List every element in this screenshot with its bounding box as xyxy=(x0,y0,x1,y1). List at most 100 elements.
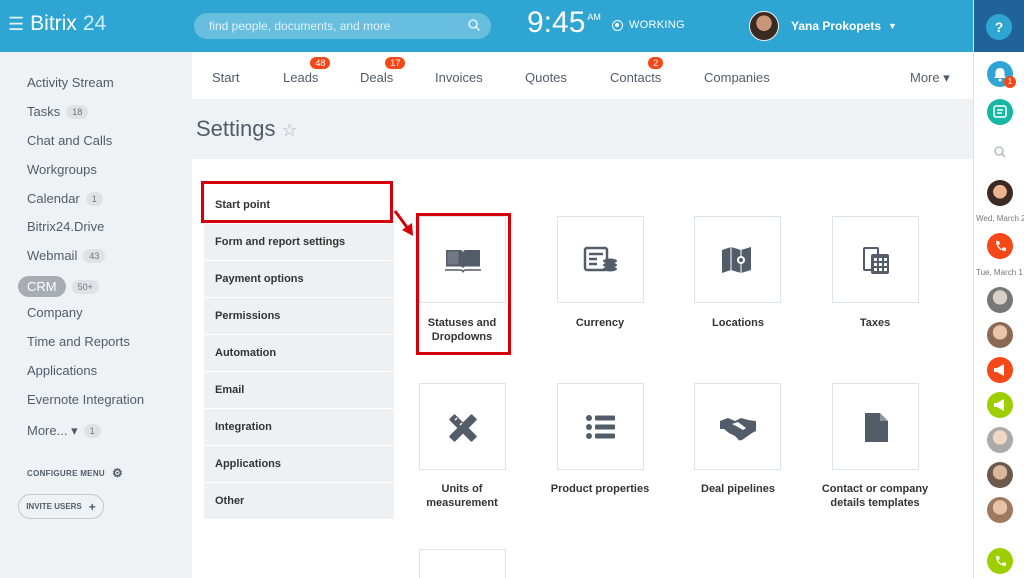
search-icon[interactable] xyxy=(987,139,1013,165)
clock-ampm: AM xyxy=(587,12,601,22)
tab-label: Start xyxy=(212,70,240,85)
tile-units[interactable] xyxy=(419,383,506,470)
user-name: Yana Prokopets xyxy=(791,19,882,33)
ruler-pencil-icon xyxy=(449,414,477,442)
phone-icon[interactable] xyxy=(987,233,1013,259)
tab-contacts[interactable]: Contacts 2 xyxy=(610,57,664,85)
search-input[interactable]: find people, documents, and more xyxy=(194,13,491,39)
settings-item-permissions[interactable]: Permissions xyxy=(204,298,394,334)
logo[interactable]: ☰ Bitrix 24 xyxy=(8,12,106,36)
hamburger-icon[interactable]: ☰ xyxy=(8,14,24,35)
tab-label: Companies xyxy=(704,70,770,85)
menu-item-label: Time and Reports xyxy=(27,334,130,349)
settings-item-applications[interactable]: Applications xyxy=(204,446,394,482)
list-icon xyxy=(586,415,615,439)
contact-avatar-4[interactable] xyxy=(987,427,1013,453)
tab-label: Invoices xyxy=(435,70,483,85)
notification-count: 1 xyxy=(1004,76,1016,88)
contact-avatar-5[interactable] xyxy=(987,462,1013,488)
tab-more[interactable]: More ▾ xyxy=(910,70,950,86)
chevron-down-icon: ▼ xyxy=(888,21,897,31)
tile-deal-pipelines[interactable] xyxy=(694,383,781,470)
page-title-text: Settings xyxy=(196,116,276,141)
logo-text: Bitrix xyxy=(30,12,77,35)
arrow-icon xyxy=(393,210,413,236)
tab-label: More ▾ xyxy=(910,70,950,85)
chat-icon[interactable] xyxy=(987,99,1013,125)
gear-icon: ⚙ xyxy=(111,466,124,480)
contact-avatar-1[interactable] xyxy=(987,180,1013,206)
tile-label-locations: Locations xyxy=(712,317,764,329)
right-panel-header: ? xyxy=(974,0,1024,52)
search-icon[interactable] xyxy=(467,18,481,32)
left-menu: Activity Stream Tasks 18 Chat and Calls W… xyxy=(0,52,192,578)
settings-item-other[interactable]: Other xyxy=(204,483,394,519)
avatar xyxy=(749,11,779,41)
tile-locations[interactable] xyxy=(694,216,781,303)
tab-invoices[interactable]: Invoices xyxy=(435,70,483,85)
menu-item-time-and-reports[interactable]: Time and Reports xyxy=(27,334,130,349)
menu-item-chat-and-calls[interactable]: Chat and Calls xyxy=(27,133,112,148)
work-status-button[interactable]: WORKING xyxy=(612,19,685,31)
tab-deals[interactable]: Deals 17 xyxy=(360,57,406,85)
menu-item-drive[interactable]: Bitrix24.Drive xyxy=(27,219,104,234)
help-button[interactable]: ? xyxy=(986,14,1012,40)
status-icon xyxy=(612,19,623,31)
tab-leads[interactable]: Leads 48 xyxy=(283,57,331,85)
count-badge: 1 xyxy=(83,424,101,438)
tile-currency[interactable] xyxy=(557,216,644,303)
calculator-icon xyxy=(863,247,889,274)
tile-label-units: Units of measurement xyxy=(426,483,498,509)
invite-users-button[interactable]: INVITE USERS + xyxy=(18,494,104,519)
settings-item-form-report[interactable]: Form and report settings xyxy=(204,224,394,260)
tab-companies[interactable]: Companies xyxy=(704,70,770,85)
menu-item-label: Activity Stream xyxy=(27,75,114,90)
tile-templates[interactable] xyxy=(832,383,919,470)
configure-menu-label: CONFIGURE MENU xyxy=(27,468,105,478)
tile-taxes[interactable] xyxy=(832,216,919,303)
settings-item-payment[interactable]: Payment options xyxy=(204,261,394,297)
menu-item-company[interactable]: Company xyxy=(27,305,83,320)
tile-product-properties[interactable] xyxy=(557,383,644,470)
contact-avatar-3[interactable] xyxy=(987,322,1013,348)
megaphone-icon[interactable] xyxy=(987,357,1013,383)
menu-item-crm[interactable]: CRM 50+ xyxy=(18,276,99,297)
clock-time: 9:45 xyxy=(527,6,586,39)
star-icon[interactable]: ☆ xyxy=(282,120,298,140)
menu-item-workgroups[interactable]: Workgroups xyxy=(27,162,97,177)
contact-avatar-6[interactable] xyxy=(987,497,1013,523)
tab-start[interactable]: Start xyxy=(212,70,239,85)
menu-item-activity-stream[interactable]: Activity Stream xyxy=(27,75,114,90)
menu-item-label: Tasks xyxy=(27,104,61,119)
tab-quotes[interactable]: Quotes xyxy=(525,70,567,85)
megaphone-icon[interactable] xyxy=(987,392,1013,418)
search-placeholder: find people, documents, and more xyxy=(209,19,391,33)
tile-label-taxes: Taxes xyxy=(859,317,891,329)
tile-label-deal-pipelines: Deal pipelines xyxy=(701,483,775,495)
settings-item-email[interactable]: Email xyxy=(204,372,394,408)
crm-nav-tabs: Start Leads 48 Deals 17 Invoices Quotes Co… xyxy=(192,52,973,99)
menu-item-evernote[interactable]: Evernote Integration xyxy=(27,392,144,407)
menu-item-label: CRM xyxy=(18,276,66,297)
configure-menu-button[interactable]: CONFIGURE MENU ⚙ xyxy=(27,466,123,480)
phone-icon[interactable] xyxy=(987,548,1013,574)
settings-item-automation[interactable]: Automation xyxy=(204,335,394,371)
menu-item-more[interactable]: More... ▾ 1 xyxy=(27,423,101,439)
menu-item-label: Chat and Calls xyxy=(27,133,113,148)
bell-icon[interactable]: 1 xyxy=(987,61,1016,88)
menu-item-calendar[interactable]: Calendar 1 xyxy=(27,191,103,206)
menu-item-applications[interactable]: Applications xyxy=(27,363,97,378)
menu-item-label: Calendar xyxy=(27,191,80,206)
user-menu[interactable]: Yana Prokopets ▼ xyxy=(749,11,897,41)
tile-label-product-properties: Product properties xyxy=(550,483,650,495)
tab-badge: 48 xyxy=(310,57,331,69)
contact-avatar-2[interactable] xyxy=(987,287,1013,313)
menu-item-label: Applications xyxy=(27,363,98,378)
top-bar: ☰ Bitrix 24 find people, documents, and … xyxy=(0,0,973,52)
page-title: Settings ☆ xyxy=(196,116,298,142)
plus-icon: + xyxy=(88,499,96,514)
menu-item-tasks[interactable]: Tasks 18 xyxy=(27,104,89,119)
settings-item-integration[interactable]: Integration xyxy=(204,409,394,445)
tile-partial[interactable] xyxy=(419,549,506,578)
menu-item-webmail[interactable]: Webmail 43 xyxy=(27,248,106,263)
